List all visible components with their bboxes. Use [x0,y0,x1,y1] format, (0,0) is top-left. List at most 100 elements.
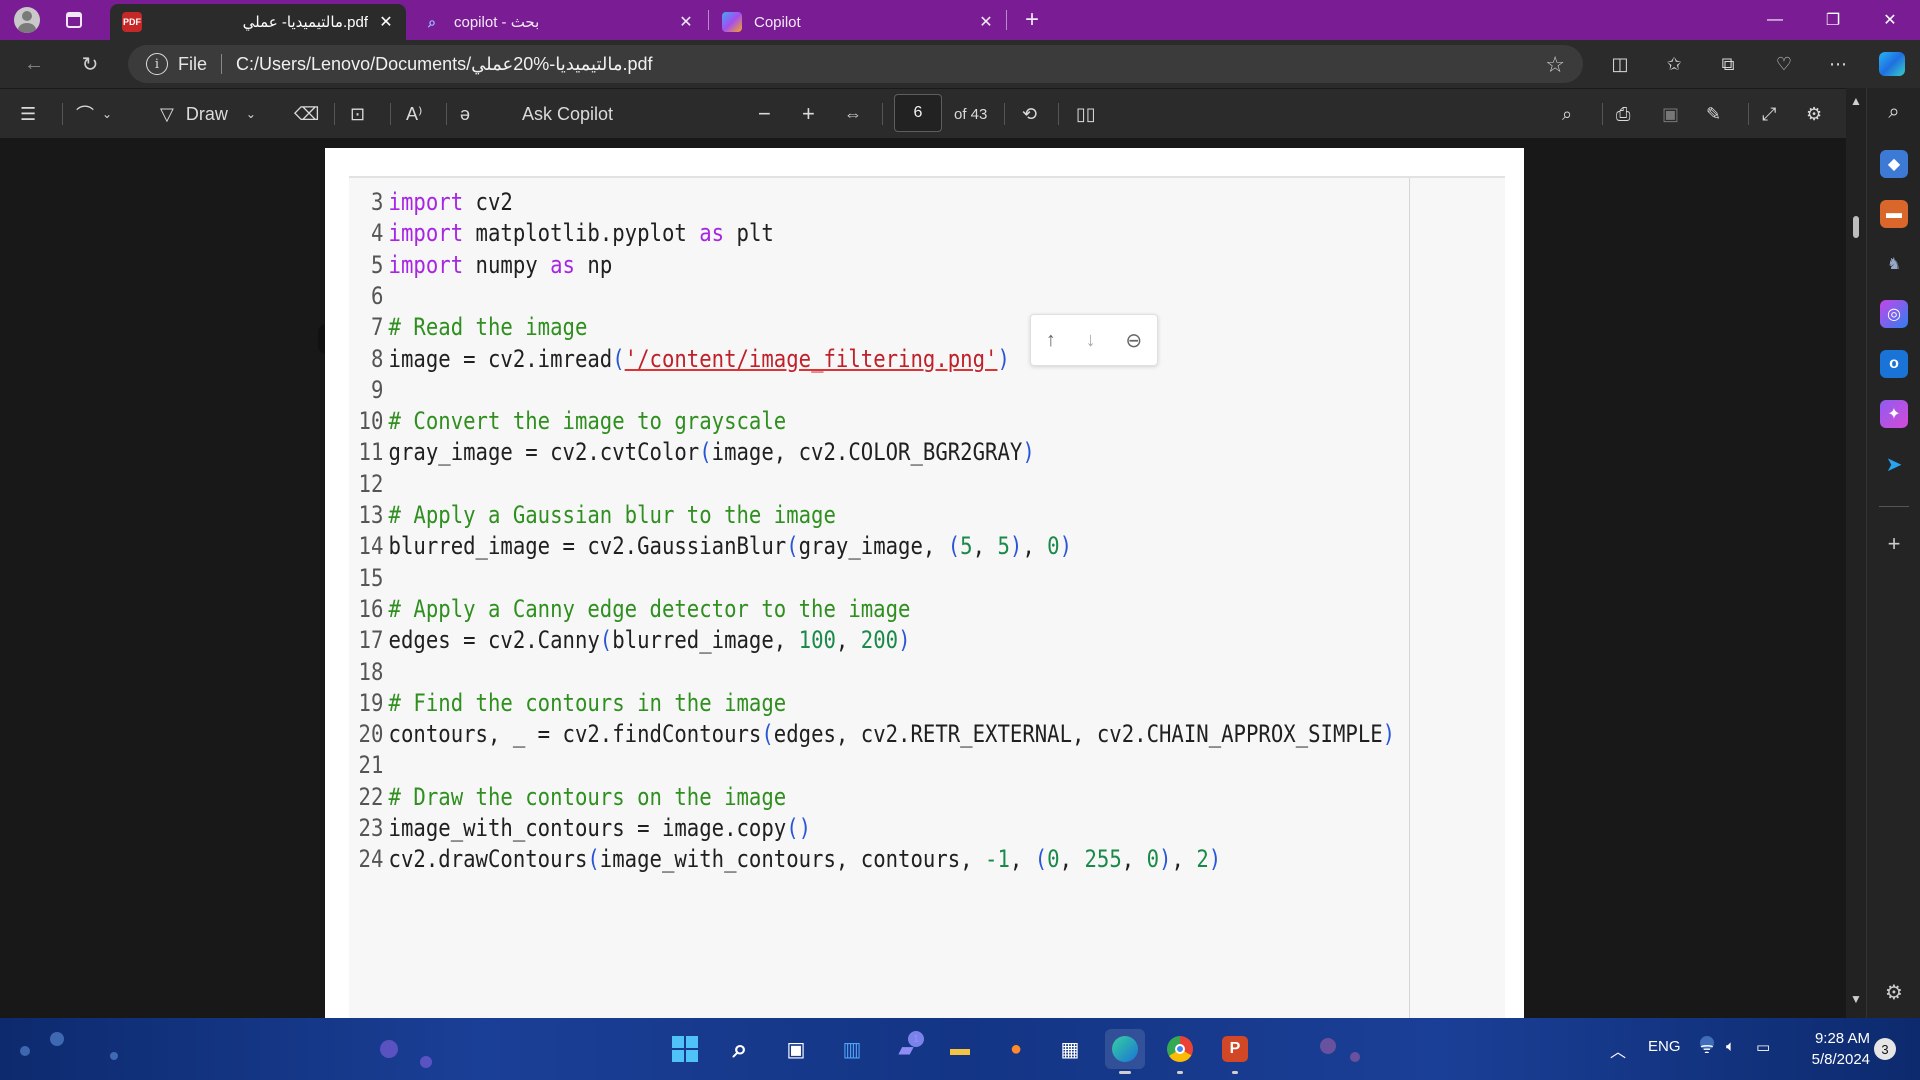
chevron-down-icon: ⌄ [245,107,256,121]
scroll-down-icon[interactable]: ▼ [1850,992,1862,1006]
tab-actions-icon[interactable] [60,6,88,34]
text-box-icon[interactable]: ⊡ [350,99,365,129]
code-line: 8 image = cv2.imread('/content/image_filt… [349,341,1010,377]
code-token: , [1022,532,1048,561]
code-toolbar: ↑ ↓ ⊖ [1030,314,1158,366]
tools-briefcase-icon[interactable]: ▬ [1880,200,1908,228]
scroll-thumb[interactable] [1853,216,1859,238]
fit-page-icon[interactable]: ⇔ [844,99,862,129]
favorite-star-icon[interactable]: ☆ [1545,52,1565,78]
clock-date: 5/8/2024 [1811,1051,1870,1068]
arrow-down-icon[interactable]: ↓ [1086,329,1096,352]
close-icon[interactable]: ✕ [974,10,998,34]
divider [1058,103,1059,125]
task-view-icon[interactable]: ▣ [776,1029,816,1069]
add-icon[interactable]: + [1880,530,1908,558]
teams-chat-icon[interactable]: ▰ 1 [886,1029,926,1069]
more-options-icon[interactable]: ⋯ [1824,50,1852,78]
microsoft-365-icon[interactable]: ◎ [1880,300,1908,328]
code-token: , [972,532,998,561]
close-icon[interactable]: ✕ [374,10,398,34]
page-number-input[interactable]: 6 [894,94,942,132]
tab-copilot[interactable]: Copilot ✕ [710,4,1006,40]
shopping-tag-icon[interactable]: ◆ [1880,150,1908,178]
chrome-icon[interactable] [1160,1029,1200,1074]
firefox-icon[interactable]: ● [996,1029,1036,1069]
code-token: , [1059,845,1085,874]
copilot-button-icon[interactable] [1878,50,1906,78]
print-icon[interactable]: ⎙ [1616,99,1630,129]
address-bar[interactable]: i File C:/Users/Lenovo/Documents/مالتيمي… [128,45,1583,83]
send-telegram-icon[interactable]: ➤ [1880,450,1908,478]
new-tab-icon[interactable]: + [1018,6,1046,34]
zoom-in-button[interactable]: + [802,99,815,129]
line-number: 18 [358,657,384,686]
settings-gear-icon[interactable]: ⚙ [1806,99,1822,129]
system-clock[interactable]: 9:28 AM 5/8/2024 [1800,1028,1870,1070]
designer-icon[interactable]: ✦ [1880,400,1908,428]
draw-button[interactable]: ▽ Draw ⌄ [160,99,256,129]
zoom-out-button[interactable]: − [758,99,771,129]
page-view-icon[interactable]: ▯▯ [1076,99,1096,129]
start-windows-icon[interactable] [665,1029,705,1069]
code-token: ( [1034,845,1048,874]
rotate-icon[interactable]: ⟲ [1022,99,1037,129]
arrow-up-icon[interactable]: ↑ [1046,329,1056,352]
code-token: ) [1022,438,1035,467]
tab-pdf[interactable]: PDF مالتيميديا- عملي.pdf ✕ [110,4,406,40]
translate-icon[interactable]: ə [460,99,470,129]
file-explorer-icon[interactable]: ▬ [940,1029,980,1069]
sidebar-settings-icon[interactable]: ⚙ [1880,978,1908,1006]
edge-browser-icon[interactable] [1105,1029,1145,1074]
search-icon[interactable]: ⌕ [1880,98,1908,126]
line-number: 20 [358,720,384,749]
fullscreen-icon[interactable]: ⤢ [1762,99,1776,129]
highlight-icon[interactable]: ⌒ ⌄ [76,99,112,129]
widgets-icon[interactable]: ▥ [832,1029,872,1069]
wallpaper-dot [110,1052,118,1060]
ask-copilot-button[interactable]: Ask Copilot [522,99,613,129]
browser-essentials-icon[interactable]: ♡ [1770,50,1798,78]
split-screen-icon[interactable]: ◫ [1606,50,1634,78]
battery-icon[interactable]: ▭ [1756,1038,1770,1056]
back-icon[interactable]: ← [18,48,50,80]
vertical-scrollbar[interactable]: ▲ ▼ [1846,88,1866,1018]
show-hidden-icons-icon[interactable]: ︿ [1610,1038,1626,1062]
language-indicator[interactable]: ENG [1648,1038,1681,1055]
minimize-icon[interactable]: — [1747,0,1803,40]
save-icon[interactable]: ▣ [1662,99,1679,129]
outlook-icon[interactable]: o [1880,350,1908,378]
read-aloud-icon[interactable]: A⁾ [406,99,422,129]
title-bar: PDF مالتيميديا- عملي.pdf ✕ ⌕ copilot - ب… [0,0,1920,40]
eraser-icon[interactable]: ⌫ [294,99,319,129]
tab-search[interactable]: ⌕ copilot - بحث ✕ [410,4,706,40]
scroll-up-icon[interactable]: ▲ [1850,94,1862,108]
close-window-icon[interactable]: ✕ [1862,0,1918,40]
restore-icon[interactable]: ❐ [1805,0,1861,40]
info-icon[interactable]: i [146,53,168,75]
running-indicator [1232,1071,1238,1074]
collections-icon[interactable]: ⧉ [1714,50,1742,78]
divider [1004,103,1005,125]
contents-icon[interactable]: ☰ [20,99,36,129]
microsoft-store-icon[interactable]: ▦ [1050,1029,1090,1069]
search-icon[interactable]: ⌕ [1562,99,1572,129]
favorites-icon[interactable]: ✩ [1660,50,1688,78]
code-token: () [786,814,812,842]
notification-badge[interactable]: 3 [1874,1038,1896,1060]
line-number: 16 [358,594,384,623]
tab-title: copilot - بحث [454,14,540,31]
profile-avatar-icon[interactable] [13,6,41,34]
taskbar-search-icon[interactable]: ⌕ [720,1029,760,1069]
volume-icon[interactable]: 🔈︎ [1726,1038,1735,1055]
games-chess-icon[interactable]: ♞ [1880,250,1908,278]
refresh-icon[interactable]: ↻ [74,48,106,80]
link-icon[interactable]: ⊖ [1125,328,1142,353]
line-number: 13 [358,501,384,529]
wifi-icon[interactable]: ᯤ [1700,1038,1714,1058]
code-token: as [550,250,575,279]
url-text[interactable]: C:/Users/Lenovo/Documents/مالتيميديا-%20… [236,54,653,75]
powerpoint-icon[interactable]: P [1215,1029,1255,1074]
close-icon[interactable]: ✕ [674,10,698,34]
save-as-icon[interactable]: ✎ [1706,99,1721,129]
